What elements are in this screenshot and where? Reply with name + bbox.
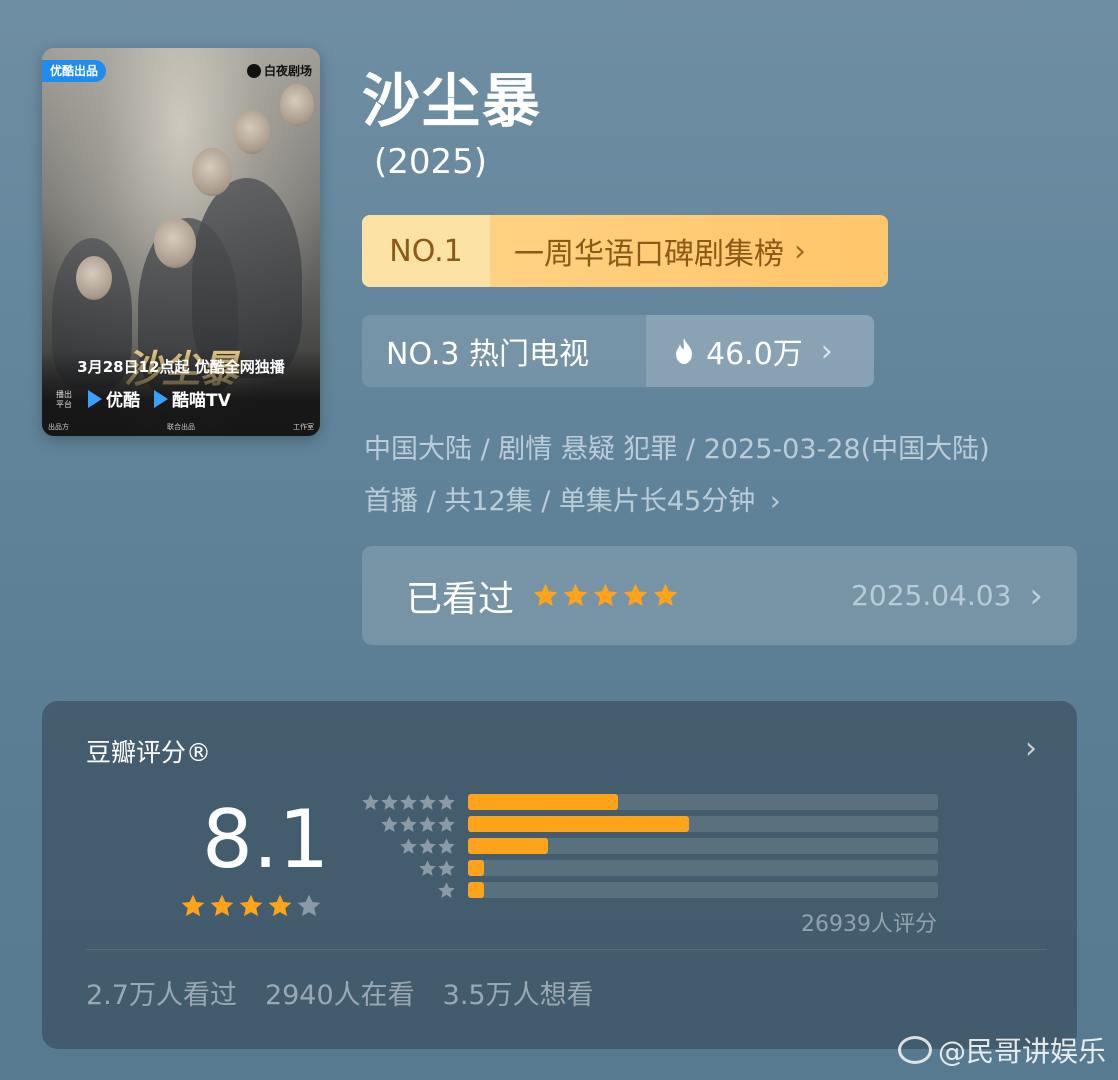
- audience-stats: 2.7万人看过 2940人在看 3.5万人想看: [86, 973, 594, 1012]
- rank-number: NO.1: [362, 215, 490, 287]
- star-icon: [593, 583, 618, 606]
- poster-image[interactable]: 优酷出品 白夜剧场 沙尘暴 3月28日12点起 优酷全网独播 播出平台 优酷 酷…: [42, 48, 320, 436]
- flame-icon: [676, 338, 692, 364]
- poster-producer-badge: 优酷出品: [42, 60, 107, 82]
- rating-dist-stars: [356, 815, 456, 834]
- star-icon: [239, 894, 263, 917]
- rating-bar-track: [468, 860, 938, 876]
- poster-face: [280, 84, 314, 126]
- rating-count: 26939人评分: [801, 912, 937, 937]
- my-rating-stars: [532, 582, 679, 609]
- divider: [86, 949, 1047, 950]
- release-year: (2025): [374, 142, 488, 182]
- poster-release-text: 3月28日12点起 优酷全网独播: [77, 358, 285, 376]
- rating-bar-track: [468, 838, 938, 854]
- watching-count[interactable]: 2940人在看: [265, 973, 415, 1012]
- rating-bar-fill: [468, 838, 548, 854]
- star-icon: [400, 793, 417, 810]
- rating-bar-track: [468, 816, 938, 832]
- poster-theater-badge: 白夜剧场: [246, 62, 312, 79]
- star-icon: [419, 859, 436, 876]
- star-icon: [438, 837, 455, 854]
- heat-value: 46.0万 ›: [646, 315, 874, 387]
- hot-tv-rank-button[interactable]: NO.3 热门电视 46.0万 ›: [362, 315, 874, 387]
- kumiao-play-icon: [154, 389, 168, 408]
- star-icon: [438, 793, 455, 810]
- poster-platform-youku: 优酷: [88, 386, 140, 411]
- star-icon: [400, 837, 417, 854]
- weibo-icon: [897, 1036, 932, 1064]
- rank-chart-label: 一周华语口碑剧集榜 ›: [514, 233, 806, 273]
- star-icon: [400, 815, 417, 832]
- star-icon: [653, 583, 678, 606]
- want-to-watch-count[interactable]: 3.5万人想看: [443, 973, 594, 1012]
- poster-platform-prefix: 播出平台: [56, 390, 72, 409]
- star-icon: [623, 583, 648, 606]
- page-title: 沙尘暴: [362, 67, 543, 135]
- rating-score: 8.1: [202, 793, 330, 886]
- theater-logo-icon: [246, 63, 261, 78]
- watched-status: 已看过: [406, 578, 515, 620]
- rating-dist-row: [356, 793, 946, 811]
- weibo-watermark: @民哥讲娱乐: [897, 1030, 1106, 1070]
- poster-face: [234, 110, 270, 154]
- youku-play-icon: [88, 389, 102, 408]
- rating-bar-track: [468, 794, 938, 810]
- star-icon: [297, 894, 321, 917]
- douban-rating-card[interactable]: 豆瓣评分® › 8.1 26939人评分 2.7万人看过 2940人在看 3.5…: [42, 701, 1077, 1049]
- star-icon: [381, 793, 398, 810]
- rating-bar-track: [468, 882, 938, 898]
- star-icon: [362, 793, 379, 810]
- star-icon: [438, 815, 455, 832]
- chevron-right-icon: ›: [1029, 575, 1043, 616]
- watched-count[interactable]: 2.7万人看过: [86, 973, 237, 1012]
- meta-line-1: 中国大陆 / 剧情 悬疑 犯罪 / 2025-03-28(中国大陆): [364, 434, 990, 465]
- poster-platform-kumiao: 酷喵TV: [154, 386, 231, 411]
- poster-theater-label: 白夜剧场: [263, 64, 312, 78]
- meta-line-2: 首播 / 共12集 / 单集片长45分钟 ›: [364, 486, 781, 517]
- star-icon: [268, 894, 292, 917]
- rating-dist-stars: [356, 881, 456, 900]
- my-rating-box[interactable]: 已看过 2025.04.03 ›: [362, 546, 1077, 645]
- rating-stars: [180, 893, 322, 919]
- watched-date: 2025.04.03: [851, 579, 1012, 612]
- rating-dist-row: [356, 837, 946, 855]
- rating-bar-fill: [468, 794, 619, 810]
- weekly-chart-rank-button[interactable]: NO.1 一周华语口碑剧集榜 ›: [362, 215, 888, 287]
- rating-bar-fill: [468, 860, 485, 876]
- show-meta-info[interactable]: 中国大陆 / 剧情 悬疑 犯罪 / 2025-03-28(中国大陆) 首播 / …: [364, 424, 1084, 528]
- rating-dist-stars: [356, 793, 456, 812]
- chevron-right-icon: ›: [820, 333, 833, 369]
- star-icon: [533, 583, 558, 606]
- chevron-right-icon: ›: [769, 486, 781, 517]
- poster-platforms: 优酷 酷喵TV: [88, 386, 231, 411]
- poster-face: [154, 218, 196, 268]
- star-icon: [438, 881, 455, 898]
- star-icon: [419, 815, 436, 832]
- star-icon: [181, 894, 205, 917]
- poster-face: [192, 148, 232, 196]
- star-icon: [381, 815, 398, 832]
- rating-dist-stars: [356, 859, 456, 878]
- star-icon: [563, 583, 588, 606]
- star-icon: [210, 894, 234, 917]
- rating-bar-fill: [468, 882, 485, 898]
- rating-bar-fill: [468, 816, 689, 832]
- poster-credits: 出品方 联合出品 工作室: [48, 423, 314, 431]
- star-icon: [419, 837, 436, 854]
- star-icon: [438, 859, 455, 876]
- rating-dist-row: [356, 881, 946, 899]
- chevron-right-icon: ›: [794, 233, 806, 269]
- rating-dist-row: [356, 815, 946, 833]
- chevron-right-icon[interactable]: ›: [1025, 731, 1037, 766]
- poster-face: [76, 256, 112, 300]
- rating-dist-row: [356, 859, 946, 877]
- hot-tv-rank-label: NO.3 热门电视: [386, 337, 589, 372]
- rating-card-title: 豆瓣评分®: [86, 738, 212, 767]
- star-icon: [419, 793, 436, 810]
- rating-dist-stars: [356, 837, 456, 856]
